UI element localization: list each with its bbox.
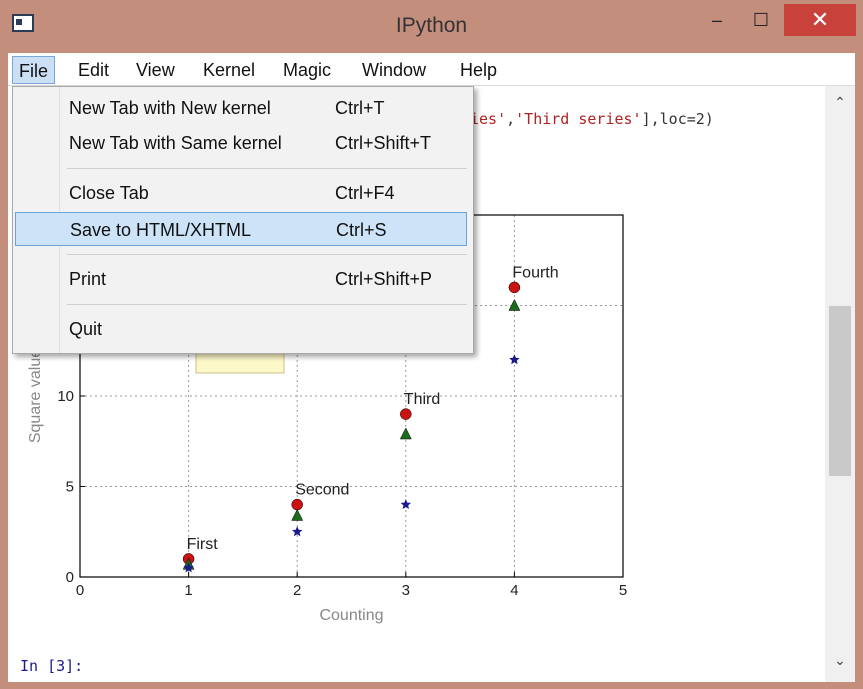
menu-item-label: New Tab with Same kernel <box>69 133 282 153</box>
data-point-circle <box>291 498 303 511</box>
menu-item-print[interactable]: Print Ctrl+Shift+P <box>15 262 467 296</box>
y-tick-label: 10 <box>57 388 74 405</box>
menu-item-shortcut: Ctrl+F4 <box>335 183 395 203</box>
menu-item-label: Quit <box>69 319 103 339</box>
x-tick-label: 2 <box>293 582 301 599</box>
x-tick-label: 1 <box>184 582 192 599</box>
input-prompt[interactable]: In [3]: <box>20 657 83 675</box>
scroll-up-icon[interactable]: ⌃ <box>825 94 855 111</box>
point-annotation: Second <box>295 482 349 499</box>
x-axis-label: Counting <box>319 607 383 624</box>
menu-item-new-tab-same-kernel[interactable]: New Tab with Same kernel Ctrl+Shift+T <box>15 126 467 160</box>
scrollbar-thumb[interactable] <box>829 306 851 476</box>
data-point-circle <box>400 408 412 420</box>
menu-item-shortcut: Ctrl+T <box>335 98 385 118</box>
x-tick-label: 4 <box>510 582 518 599</box>
point-annotation: Third <box>404 391 440 408</box>
menu-separator <box>67 168 467 169</box>
menu-item-close-tab[interactable]: Close Tab Ctrl+F4 <box>15 176 467 210</box>
y-axis-label: Square value <box>27 349 44 443</box>
menu-item-label: Print <box>69 269 107 289</box>
menu-item-new-tab-new-kernel[interactable]: New Tab with New kernel Ctrl+T <box>15 91 467 125</box>
y-tick-label: 5 <box>66 479 74 496</box>
x-tick-label: 0 <box>76 582 84 599</box>
menu-item-shortcut: Ctrl+S <box>336 220 387 240</box>
x-tick-label: 3 <box>402 582 410 599</box>
scroll-down-icon[interactable]: ⌄ <box>825 652 855 669</box>
data-point-circle <box>508 281 521 294</box>
file-menu-dropdown: New Tab with New kernel Ctrl+T New Tab w… <box>12 86 474 354</box>
y-tick-label: 0 <box>66 569 74 586</box>
menu-item-shortcut: Ctrl+Shift+P <box>335 269 433 289</box>
menu-separator <box>67 304 467 305</box>
x-tick-label: 5 <box>619 582 627 599</box>
point-annotation: First <box>187 536 219 553</box>
menu-item-label: New Tab with New kernel <box>69 98 271 118</box>
menu-item-save-html[interactable]: Save to HTML/XHTML Ctrl+S <box>15 212 467 246</box>
menu-item-label: Close Tab <box>69 183 149 203</box>
menu-item-quit[interactable]: Quit <box>15 312 467 346</box>
menu-separator <box>67 254 467 255</box>
menu-item-shortcut: Ctrl+Shift+T <box>335 133 432 153</box>
menu-item-label: Save to HTML/XHTML <box>70 220 252 240</box>
point-annotation: Fourth <box>512 264 558 281</box>
